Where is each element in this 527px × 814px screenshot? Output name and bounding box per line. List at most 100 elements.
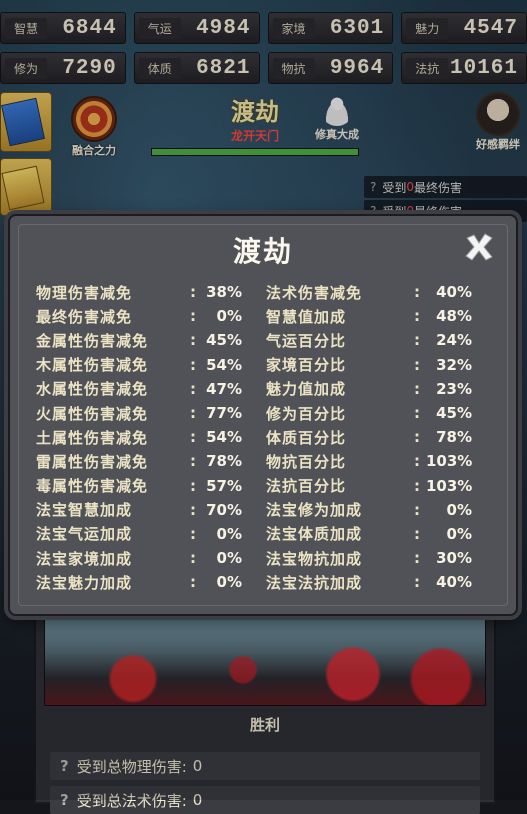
bonus-row: 木属性伤害减免:54% 家境百分比:32% bbox=[36, 353, 496, 377]
bonus-stat-colon: : bbox=[190, 404, 196, 423]
bonus-row: 雷属性伤害减免:78% 物抗百分比:103% bbox=[36, 449, 496, 473]
bonus-row: 法宝智慧加成:70% 法宝修为加成:0% bbox=[36, 498, 496, 522]
bonus-stat-label: 物理伤害减免 bbox=[36, 283, 133, 302]
bonus-stat-value: 70% bbox=[206, 500, 242, 519]
bonus-stat-value: 0% bbox=[216, 573, 242, 592]
bonus-stat-label: 物抗百分比 bbox=[266, 452, 347, 471]
bonus-stat-label: 魅力值加成 bbox=[266, 380, 347, 399]
bonus-stat-item: 法宝修为加成: 0% bbox=[266, 499, 496, 520]
bonus-stat-item: 火属性伤害减免:77% bbox=[36, 403, 266, 424]
bonus-stat-value: 54% bbox=[206, 428, 242, 447]
bonus-row: 土属性伤害减免:54% 体质百分比:78% bbox=[36, 425, 496, 449]
bonus-stat-label: 最终伤害减免 bbox=[36, 307, 133, 326]
bonus-stat-item: 木属性伤害减免:54% bbox=[36, 354, 266, 375]
bonus-stat-item: 法宝物抗加成:30% bbox=[266, 548, 496, 569]
bonus-stat-item: 物抗百分比:103% bbox=[266, 451, 496, 472]
bonus-stat-item: 法宝法抗加成:40% bbox=[266, 572, 496, 593]
bonus-stat-colon: : bbox=[190, 524, 196, 543]
bonus-stat-value: 54% bbox=[206, 355, 242, 374]
bonus-stat-label: 法宝物抗加成 bbox=[266, 549, 363, 568]
bonus-stat-label: 毒属性伤害减免 bbox=[36, 477, 149, 496]
bonus-stat-item: 毒属性伤害减免:57% bbox=[36, 475, 266, 496]
bonus-stat-value: 103% bbox=[426, 476, 473, 495]
bonus-stat-value: 0% bbox=[446, 524, 472, 543]
bonus-stat-value: 0% bbox=[216, 549, 242, 568]
bonus-stat-label: 法宝气运加成 bbox=[36, 525, 133, 544]
bonus-stat-value: 48% bbox=[436, 307, 472, 326]
bonus-stat-colon: : bbox=[190, 331, 196, 350]
bonus-stat-label: 智慧值加成 bbox=[266, 307, 347, 326]
bonus-stat-label: 家境百分比 bbox=[266, 356, 347, 375]
modal-title: 渡劫 bbox=[232, 235, 293, 268]
close-button[interactable] bbox=[462, 230, 496, 264]
bonus-stat-colon: : bbox=[414, 379, 420, 398]
bonus-stat-value: 40% bbox=[436, 573, 472, 592]
bonus-stat-value: 45% bbox=[436, 404, 472, 423]
bonus-stat-label: 土属性伤害减免 bbox=[36, 428, 149, 447]
bonus-stat-item: 智慧值加成:48% bbox=[266, 306, 496, 327]
bonus-stat-label: 法宝家境加成 bbox=[36, 549, 133, 568]
bonus-stat-label: 雷属性伤害减免 bbox=[36, 452, 149, 471]
bonus-stat-item: 物理伤害减免:38% bbox=[36, 282, 266, 303]
bonus-row: 毒属性伤害减免:57% 法抗百分比: 103% bbox=[36, 474, 496, 498]
bonus-row: 物理伤害减免:38% 法术伤害减免: 40% bbox=[36, 280, 496, 304]
bonus-stat-colon: : bbox=[414, 404, 420, 423]
bonus-stat-item: 魅力值加成:23% bbox=[266, 378, 496, 399]
bonus-row: 水属性伤害减免:47% 魅力值加成:23% bbox=[36, 377, 496, 401]
bonus-stat-label: 体质百分比 bbox=[266, 428, 347, 447]
bonus-stat-value: 45% bbox=[206, 331, 242, 350]
bonus-stat-colon: : bbox=[190, 355, 196, 374]
bonus-row: 法宝家境加成:0% 法宝物抗加成:30% bbox=[36, 546, 496, 570]
bonus-stat-value: 78% bbox=[436, 428, 472, 447]
bonus-stat-label: 气运百分比 bbox=[266, 331, 347, 350]
tribulation-bonus-modal: 渡劫 物理伤害减免:38% 法术伤害减免:40% 最终伤害减免:0% 智慧值加成:48… bbox=[8, 214, 518, 616]
bonus-row: 法宝魅力加成: 0% 法宝法抗加成:40% bbox=[36, 570, 496, 594]
bonus-row: 金属性伤害减免:45% 气运百分比:24% bbox=[36, 328, 496, 352]
bonus-stat-colon: : bbox=[414, 452, 420, 471]
bonus-stat-item: 家境百分比:32% bbox=[266, 354, 496, 375]
bonus-row: 法宝气运加成: 0% 法宝体质加成: 0% bbox=[36, 522, 496, 546]
bonus-stat-item: 水属性伤害减免:47% bbox=[36, 378, 266, 399]
bonus-stat-label: 法术伤害减免 bbox=[266, 283, 363, 302]
bonus-stat-colon: : bbox=[414, 524, 420, 543]
bonus-stat-item: 法宝魅力加成: 0% bbox=[36, 572, 266, 593]
bonus-stat-value: 24% bbox=[436, 331, 472, 350]
bonus-stat-item: 法宝气运加成: 0% bbox=[36, 523, 266, 544]
bonus-stat-value: 0% bbox=[216, 524, 242, 543]
bonus-stat-label: 火属性伤害减免 bbox=[36, 404, 149, 423]
bonus-stat-label: 法宝体质加成 bbox=[266, 525, 363, 544]
bonus-stat-label: 法宝魅力加成 bbox=[36, 573, 133, 592]
bonus-stat-item: 土属性伤害减免:54% bbox=[36, 427, 266, 448]
bonus-stat-colon: : bbox=[414, 307, 420, 326]
bonus-stat-item: 法宝家境加成: 0% bbox=[36, 548, 266, 569]
bonus-stat-item: 金属性伤害减免:45% bbox=[36, 330, 266, 351]
bonus-stat-item: 法宝智慧加成:70% bbox=[36, 499, 266, 520]
bonus-stat-value: 0% bbox=[216, 307, 242, 326]
bonus-stat-item: 气运百分比:24% bbox=[266, 330, 496, 351]
bonus-stat-label: 法宝法抗加成 bbox=[266, 573, 363, 592]
bonus-stat-item: 体质百分比:78% bbox=[266, 427, 496, 448]
bonus-stat-value: 30% bbox=[436, 549, 472, 568]
bonus-stat-colon: : bbox=[414, 355, 420, 374]
bonus-stat-colon: : bbox=[414, 428, 420, 447]
bonus-stat-item: 雷属性伤害减免:78% bbox=[36, 451, 266, 472]
bonus-stat-label: 金属性伤害减免 bbox=[36, 331, 149, 350]
bonus-stat-value: 47% bbox=[206, 379, 242, 398]
bonus-stats-grid: 物理伤害减免:38% 法术伤害减免:40% 最终伤害减免:0% 智慧值加成:48% 金属… bbox=[36, 280, 496, 594]
bonus-stat-colon: : bbox=[190, 573, 196, 592]
bonus-stat-label: 法抗百分比 bbox=[266, 477, 347, 496]
bonus-stat-value: 40% bbox=[436, 283, 472, 302]
bonus-stat-item: 修为百分比:45% bbox=[266, 403, 496, 424]
bonus-row: 最终伤害减免:0% 智慧值加成:48% bbox=[36, 304, 496, 328]
bonus-stat-colon: : bbox=[190, 452, 196, 471]
bonus-stat-value: 32% bbox=[436, 355, 472, 374]
bonus-stat-colon: : bbox=[190, 283, 196, 302]
bonus-stat-colon: : bbox=[414, 500, 420, 519]
bonus-stat-value: 0% bbox=[446, 500, 472, 519]
bonus-stat-colon: : bbox=[190, 476, 196, 495]
bonus-stat-item: 法宝体质加成: 0% bbox=[266, 523, 496, 544]
bonus-stat-label: 水属性伤害减免 bbox=[36, 380, 149, 399]
bonus-stat-item: 最终伤害减免: 0% bbox=[36, 306, 266, 327]
bonus-stat-value: 78% bbox=[206, 452, 242, 471]
bonus-stat-colon: : bbox=[190, 500, 196, 519]
